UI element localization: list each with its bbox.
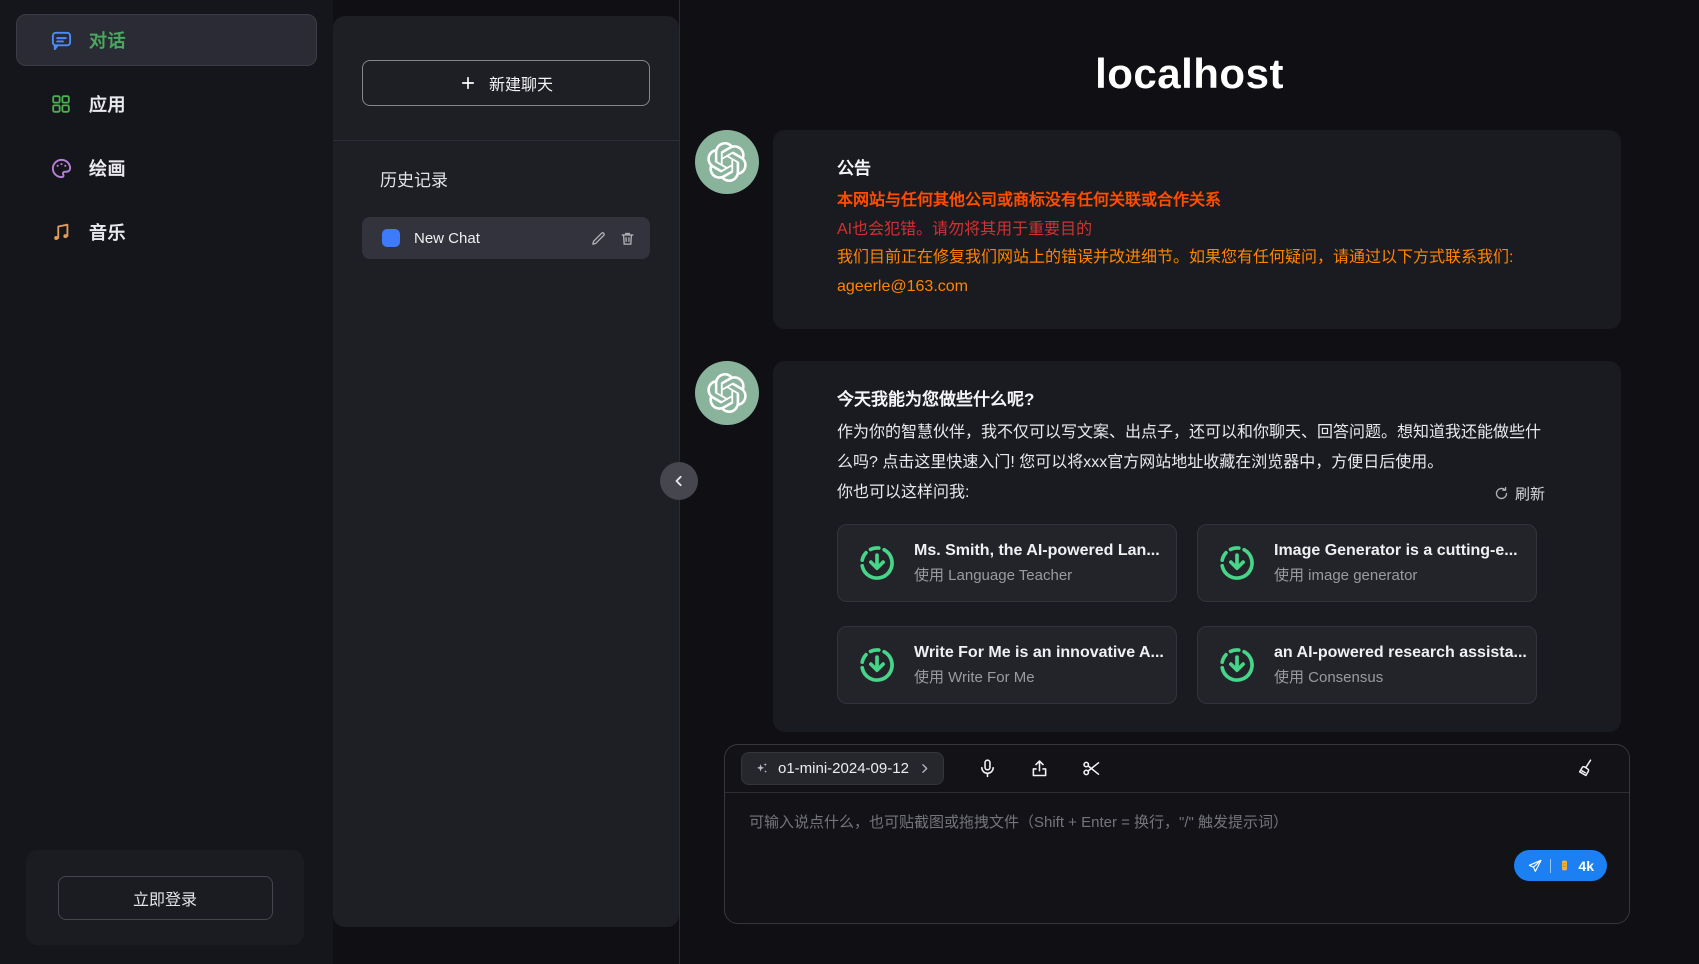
suggestion-card[interactable]: an AI-powered research assista... 使用 Con… bbox=[1197, 626, 1537, 704]
sidebar: 对话 应用 绘画 音乐 立即登录 bbox=[0, 0, 333, 964]
edit-icon[interactable] bbox=[590, 230, 607, 247]
message-welcome: 今天我能为您做些什么呢? 作为你的智慧伙伴，我不仅可以写文案、出点子，还可以和你… bbox=[695, 361, 1621, 732]
suggestion-card[interactable]: Ms. Smith, the AI-powered Lan... 使用 Lang… bbox=[837, 524, 1177, 602]
sidebar-item-drawing[interactable]: 绘画 bbox=[16, 142, 317, 194]
login-button[interactable]: 立即登录 bbox=[58, 876, 273, 920]
prompt-download-icon bbox=[1216, 542, 1258, 584]
refresh-suggestions-button[interactable]: 刷新 bbox=[1494, 483, 1545, 504]
sidebar-item-apps[interactable]: 应用 bbox=[16, 78, 317, 130]
composer: o1-mini-2024-09-12 可输入说点什么，也可贴截图或拖拽文件（Sh… bbox=[724, 744, 1630, 924]
chat-history-item[interactable]: New Chat bbox=[362, 217, 650, 259]
model-selector-label: o1-mini-2024-09-12 bbox=[778, 760, 909, 777]
message-announcement: 公告 本网站与任何其他公司或商标没有任何关联或合作关系 AI也会犯错。请勿将其用… bbox=[695, 130, 1621, 329]
sidebar-item-drawing-label: 绘画 bbox=[89, 155, 126, 181]
new-chat-button[interactable]: 新建聊天 bbox=[362, 60, 650, 106]
palette-icon bbox=[49, 156, 73, 180]
message-input[interactable]: 可输入说点什么，也可贴截图或拖拽文件（Shift + Enter = 换行，"/… bbox=[725, 793, 1629, 923]
send-button[interactable]: 4k bbox=[1514, 850, 1607, 881]
chevron-right-icon bbox=[918, 762, 931, 775]
scissors-button[interactable] bbox=[1080, 757, 1104, 781]
microphone-button[interactable] bbox=[976, 757, 1000, 781]
openai-logo-icon bbox=[707, 373, 747, 413]
plus-icon bbox=[459, 74, 477, 92]
chat-list-divider bbox=[333, 140, 679, 141]
music-note-icon bbox=[49, 220, 73, 244]
refresh-icon bbox=[1494, 486, 1509, 501]
chat-list-panel: 新建聊天 历史记录 New Chat bbox=[333, 16, 679, 927]
ask-hint-text: 你也可以这样问我: bbox=[837, 478, 969, 508]
suggestion-title: Image Generator is a cutting-e... bbox=[1274, 542, 1518, 560]
announcement-bubble: 公告 本网站与任何其他公司或商标没有任何关联或合作关系 AI也会犯错。请勿将其用… bbox=[773, 130, 1621, 329]
openai-logo-icon bbox=[707, 142, 747, 182]
pill-divider bbox=[1550, 859, 1551, 873]
token-coin-icon bbox=[1558, 858, 1571, 873]
prompt-download-icon bbox=[856, 644, 898, 686]
apps-grid-icon bbox=[49, 92, 73, 116]
chat-bubble-icon bbox=[49, 28, 73, 52]
chevron-left-icon bbox=[669, 471, 689, 491]
prompt-download-icon bbox=[856, 542, 898, 584]
suggestion-card[interactable]: Write For Me is an innovative A... 使用 Wr… bbox=[837, 626, 1177, 704]
new-chat-button-label: 新建聊天 bbox=[489, 71, 553, 95]
ask-hint-row: 你也可以这样问我: 刷新 bbox=[837, 478, 1545, 508]
clear-context-button[interactable] bbox=[1575, 757, 1599, 781]
delete-icon[interactable] bbox=[619, 230, 636, 247]
chat-item-color-icon bbox=[382, 229, 400, 247]
input-placeholder: 可输入说点什么，也可贴截图或拖拽文件（Shift + Enter = 换行，"/… bbox=[749, 811, 1605, 832]
suggestion-cards: Ms. Smith, the AI-powered Lan... 使用 Lang… bbox=[837, 524, 1545, 704]
app-root: 对话 应用 绘画 音乐 立即登录 新建聊天 bbox=[0, 0, 1699, 964]
announcement-line: 本网站与任何其他公司或商标没有任何关联或合作关系 bbox=[837, 187, 1545, 216]
suggestion-subtitle: 使用 Language Teacher bbox=[914, 564, 1160, 585]
refresh-label: 刷新 bbox=[1515, 483, 1545, 504]
chat-item-title: New Chat bbox=[414, 230, 578, 247]
upload-button[interactable] bbox=[1028, 757, 1052, 781]
assistant-avatar bbox=[695, 130, 759, 194]
announcement-line: 我们目前正在修复我们网站上的错误并改进细节。如果您有任何疑问，请通过以下方式联系… bbox=[837, 244, 1545, 273]
sidebar-item-chat-label: 对话 bbox=[89, 27, 126, 53]
prompt-download-icon bbox=[1216, 644, 1258, 686]
announcement-title: 公告 bbox=[837, 154, 1545, 179]
welcome-body: 作为你的智慧伙伴，我不仅可以写文案、出点子，还可以和你聊天、回答问题。想知道我还… bbox=[837, 418, 1545, 478]
suggestion-subtitle: 使用 Write For Me bbox=[914, 666, 1164, 687]
page-title: localhost bbox=[680, 50, 1699, 98]
sidebar-item-chat[interactable]: 对话 bbox=[16, 14, 317, 66]
chat-main: localhost 公告 本网站与任何其他公司或商标没有任何关联或合作关系 AI… bbox=[680, 0, 1699, 964]
collapse-sidebar-button[interactable] bbox=[660, 462, 698, 500]
suggestion-subtitle: 使用 image generator bbox=[1274, 564, 1518, 585]
suggestion-title: Ms. Smith, the AI-powered Lan... bbox=[914, 542, 1160, 560]
suggestion-title: an AI-powered research assista... bbox=[1274, 644, 1527, 662]
login-panel: 立即登录 bbox=[26, 850, 304, 945]
model-selector[interactable]: o1-mini-2024-09-12 bbox=[741, 752, 944, 785]
sidebar-item-music[interactable]: 音乐 bbox=[16, 206, 317, 258]
sidebar-item-apps-label: 应用 bbox=[89, 91, 126, 117]
contact-email-link[interactable]: ageerle@163.com bbox=[837, 273, 1545, 302]
suggestion-card[interactable]: Image Generator is a cutting-e... 使用 ima… bbox=[1197, 524, 1537, 602]
suggestion-title: Write For Me is an innovative A... bbox=[914, 644, 1164, 662]
paper-plane-icon bbox=[1527, 858, 1543, 874]
token-count-badge: 4k bbox=[1578, 858, 1594, 874]
sparkle-icon bbox=[754, 761, 769, 776]
history-heading: 历史记录 bbox=[362, 166, 650, 191]
suggestion-subtitle: 使用 Consensus bbox=[1274, 666, 1527, 687]
welcome-bubble: 今天我能为您做些什么呢? 作为你的智慧伙伴，我不仅可以写文案、出点子，还可以和你… bbox=[773, 361, 1621, 732]
announcement-line: AI也会犯错。请勿将其用于重要目的 bbox=[837, 216, 1545, 245]
sidebar-item-music-label: 音乐 bbox=[89, 219, 126, 245]
assistant-avatar bbox=[695, 361, 759, 425]
composer-toolbar: o1-mini-2024-09-12 bbox=[725, 745, 1629, 793]
welcome-title: 今天我能为您做些什么呢? bbox=[837, 385, 1545, 410]
